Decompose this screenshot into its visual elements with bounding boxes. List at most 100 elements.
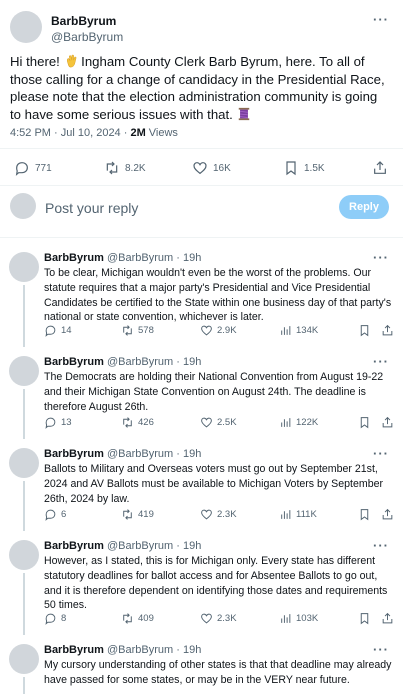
more-options-icon[interactable]: ··· xyxy=(373,12,389,27)
bookmark-icon xyxy=(360,417,369,429)
reply-action[interactable]: 8 xyxy=(44,612,66,625)
heart-icon xyxy=(201,325,212,336)
reply-count: 8 xyxy=(61,613,67,624)
like-count: 2.9K xyxy=(217,325,237,336)
more-options-icon[interactable]: ··· xyxy=(373,538,389,553)
tweet-text: Hi there! Ingham County Clerk Barb Byrum… xyxy=(10,53,390,123)
like-action[interactable]: 2.3K xyxy=(200,508,237,521)
separator-dot: · xyxy=(176,448,180,460)
avatar[interactable] xyxy=(9,356,39,386)
reply-action[interactable]: 771 xyxy=(14,160,52,176)
timestamp[interactable]: 19h xyxy=(183,540,201,552)
my-avatar xyxy=(10,193,36,219)
like-action[interactable]: 2.9K xyxy=(200,324,237,337)
views-action[interactable]: 103K xyxy=(279,612,318,625)
avatar[interactable] xyxy=(9,644,39,674)
thread-reply[interactable]: BarbByrum @BarbByrum · 19h ··· Ballots t… xyxy=(0,439,403,531)
avatar[interactable] xyxy=(9,252,39,282)
repost-action[interactable]: 578 xyxy=(121,324,154,337)
avatar[interactable] xyxy=(10,11,42,43)
timestamp[interactable]: 19h xyxy=(183,252,201,264)
share-action[interactable] xyxy=(381,324,394,337)
view-count: 122K xyxy=(296,417,319,428)
avatar[interactable] xyxy=(9,540,39,570)
reply-header: BarbByrum @BarbByrum · 19h xyxy=(44,644,201,656)
reply-text: My cursory understanding of other states… xyxy=(44,659,392,686)
repost-icon xyxy=(123,325,132,336)
like-action[interactable]: 2.5K xyxy=(200,416,237,429)
more-options-icon[interactable]: ··· xyxy=(373,354,389,369)
thread-reply[interactable]: BarbByrum @BarbByrum · 19h ··· The Democ… xyxy=(0,347,403,439)
repost-action[interactable]: 419 xyxy=(121,508,154,521)
share-action[interactable] xyxy=(381,612,394,625)
bookmark-icon xyxy=(360,509,369,521)
author-handle[interactable]: @BarbByrum xyxy=(107,448,173,460)
repost-action[interactable]: 426 xyxy=(121,416,154,429)
avatar[interactable] xyxy=(9,448,39,478)
author-name[interactable]: BarbByrum xyxy=(44,540,104,552)
share-icon xyxy=(382,508,393,520)
thread-reply[interactable]: BarbByrum @BarbByrum · 19h ··· To be cle… xyxy=(0,243,403,347)
more-options-icon[interactable]: ··· xyxy=(373,446,389,461)
share-icon xyxy=(382,324,393,336)
bookmark-action[interactable] xyxy=(358,324,371,337)
reply-action[interactable]: 14 xyxy=(44,324,72,337)
timestamp[interactable]: 19h xyxy=(183,644,201,656)
reply-text: Ballots to Military and Overseas voters … xyxy=(44,463,384,505)
comment-icon xyxy=(45,509,56,521)
bookmark-action[interactable]: 1.5K xyxy=(283,160,325,176)
bookmark-action[interactable] xyxy=(358,416,371,429)
repost-action[interactable]: 409 xyxy=(121,612,154,625)
more-options-icon[interactable]: ··· xyxy=(373,250,389,265)
views-action[interactable]: 111K xyxy=(279,508,317,521)
views-action[interactable]: 134K xyxy=(279,324,318,337)
thread-connector xyxy=(23,481,25,531)
more-options-icon[interactable]: ··· xyxy=(373,642,389,657)
reply-action[interactable]: 6 xyxy=(44,508,66,521)
author-name[interactable]: BarbByrum xyxy=(44,448,104,460)
author-name[interactable]: BarbByrum xyxy=(44,356,104,368)
repost-action[interactable]: 8.2K xyxy=(104,160,146,176)
author-handle[interactable]: @BarbByrum xyxy=(107,540,173,552)
comment-icon xyxy=(45,325,56,337)
separator-dot: · xyxy=(176,252,180,264)
like-action[interactable]: 2.3K xyxy=(200,612,237,625)
bookmark-action[interactable] xyxy=(358,612,371,625)
view-count: 134K xyxy=(296,325,319,336)
reply-button[interactable]: Reply xyxy=(339,195,389,219)
share-action[interactable] xyxy=(381,508,394,521)
divider xyxy=(0,185,403,186)
share-action[interactable] xyxy=(372,160,388,176)
main-tweet: BarbByrum @BarbByrum ··· Hi there! Ingha… xyxy=(0,0,403,240)
thread-reply[interactable]: BarbByrum @BarbByrum · 19h ··· My cursor… xyxy=(0,635,403,694)
reply-text: To be clear, Michigan wouldn't even be t… xyxy=(44,267,392,324)
reply-input[interactable]: Post your reply xyxy=(45,200,138,216)
author-handle[interactable]: @BarbByrum xyxy=(107,644,173,656)
share-action[interactable] xyxy=(381,416,394,429)
reply-composer: Post your reply Reply xyxy=(0,188,403,228)
like-action[interactable]: 16K xyxy=(192,160,231,176)
reply-text: However, as I stated, this is for Michig… xyxy=(44,555,388,612)
timestamp[interactable]: 19h xyxy=(183,356,201,368)
heart-icon xyxy=(201,509,212,520)
views-action[interactable]: 122K xyxy=(279,416,318,429)
author-name[interactable]: BarbByrum xyxy=(44,252,104,264)
reply-action[interactable]: 13 xyxy=(44,416,72,429)
author-name[interactable]: BarbByrum xyxy=(44,644,104,656)
like-count: 2.3K xyxy=(217,509,237,520)
reply-count: 771 xyxy=(35,162,52,174)
comment-icon xyxy=(15,162,28,176)
author-handle[interactable]: @BarbByrum xyxy=(107,252,173,264)
timestamp[interactable]: 19h xyxy=(183,448,201,460)
tweet-timestamp[interactable]: 4:52 PM · Jul 10, 2024 · xyxy=(10,127,130,139)
repost-icon xyxy=(123,509,132,520)
bookmark-action[interactable] xyxy=(358,508,371,521)
bar-chart-icon xyxy=(281,418,291,427)
reply-text: The Democrats are holding their National… xyxy=(44,371,384,413)
share-icon xyxy=(382,416,393,428)
author-handle[interactable]: @BarbByrum xyxy=(51,30,123,44)
separator-dot: · xyxy=(176,644,180,656)
thread-reply[interactable]: BarbByrum @BarbByrum · 19h ··· However, … xyxy=(0,531,403,635)
author-name[interactable]: BarbByrum xyxy=(51,14,116,28)
author-handle[interactable]: @BarbByrum xyxy=(107,356,173,368)
